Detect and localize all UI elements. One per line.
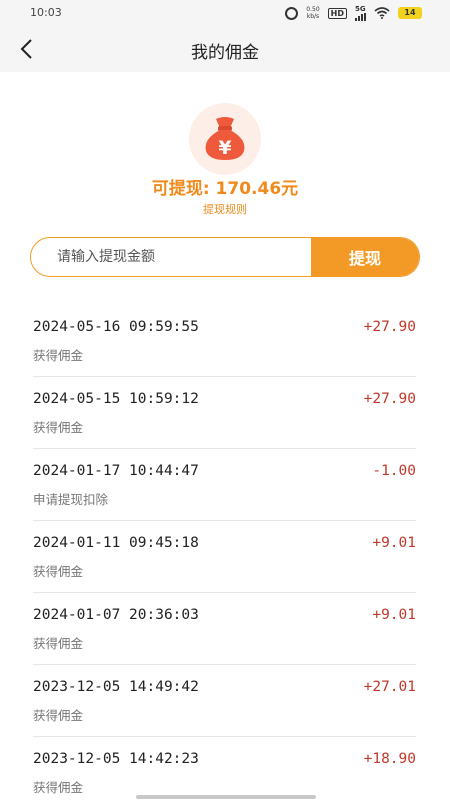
record-description: 获得佣金: [33, 708, 84, 723]
nav-bar: 我的佣金: [0, 26, 450, 72]
signal-icon: 5G: [355, 4, 366, 21]
withdraw-button[interactable]: 提现: [311, 238, 419, 276]
wifi-icon: [374, 7, 390, 19]
status-icons: 0.50 kb/s HD 5G 14: [285, 5, 422, 21]
list-item: 2023-12-05 14:49:42 +27.01 获得佣金: [33, 665, 416, 737]
withdrawable-balance: 可提现: 170.46元: [151, 179, 299, 199]
record-amount: +27.90: [363, 391, 416, 407]
record-description: 获得佣金: [33, 780, 84, 795]
status-bar: 10:03 0.50 kb/s HD 5G 14: [0, 0, 450, 26]
battery-icon: 14: [398, 7, 422, 19]
record-datetime: 2024-01-11 09:45:18: [33, 535, 199, 551]
record-datetime: 2024-01-07 20:36:03: [33, 607, 199, 623]
money-bag-icon: ¥: [189, 103, 261, 175]
yuan-symbol: ¥: [218, 137, 231, 159]
record-amount: +9.01: [372, 607, 416, 623]
record-amount: +18.90: [363, 751, 416, 767]
record-datetime: 2023-12-05 14:49:42: [33, 679, 199, 695]
network-speed: 0.50 kb/s: [306, 6, 320, 20]
home-indicator[interactable]: [136, 795, 316, 799]
record-amount: +9.01: [372, 535, 416, 551]
withdraw-form: 提现: [30, 237, 420, 277]
list-item: 2024-01-17 10:44:47 -1.00 申请提现扣除: [33, 449, 416, 521]
network-type: 5G: [355, 4, 366, 13]
record-description: 获得佣金: [33, 564, 84, 579]
list-item: 2024-05-15 10:59:12 +27.90 获得佣金: [33, 377, 416, 449]
status-time: 10:03: [30, 6, 62, 19]
record-datetime: 2024-05-15 10:59:12: [33, 391, 199, 407]
record-description: 获得佣金: [33, 348, 84, 363]
withdraw-amount-input[interactable]: [31, 238, 311, 276]
hd-icon: HD: [327, 7, 347, 19]
record-amount: -1.00: [372, 463, 416, 479]
list-item: 2024-05-16 09:59:55 +27.90 获得佣金: [33, 305, 416, 377]
alarm-icon: [285, 6, 299, 20]
record-description: 获得佣金: [33, 420, 84, 435]
record-datetime: 2024-01-17 10:44:47: [33, 463, 199, 479]
record-amount: +27.01: [363, 679, 416, 695]
commission-records-list: 2024-05-16 09:59:55 +27.90 获得佣金 2024-05-…: [33, 305, 416, 809]
withdraw-rules-link[interactable]: 提现规则: [0, 201, 450, 217]
record-description: 申请提现扣除: [33, 492, 109, 507]
list-item: 2024-01-11 09:45:18 +9.01 获得佣金: [33, 521, 416, 593]
record-description: 获得佣金: [33, 636, 84, 651]
record-datetime: 2023-12-05 14:42:23: [33, 751, 199, 767]
list-item: 2024-01-07 20:36:03 +9.01 获得佣金: [33, 593, 416, 665]
page-title: 我的佣金: [191, 43, 259, 63]
record-amount: +27.90: [363, 319, 416, 335]
record-datetime: 2024-05-16 09:59:55: [33, 319, 199, 335]
